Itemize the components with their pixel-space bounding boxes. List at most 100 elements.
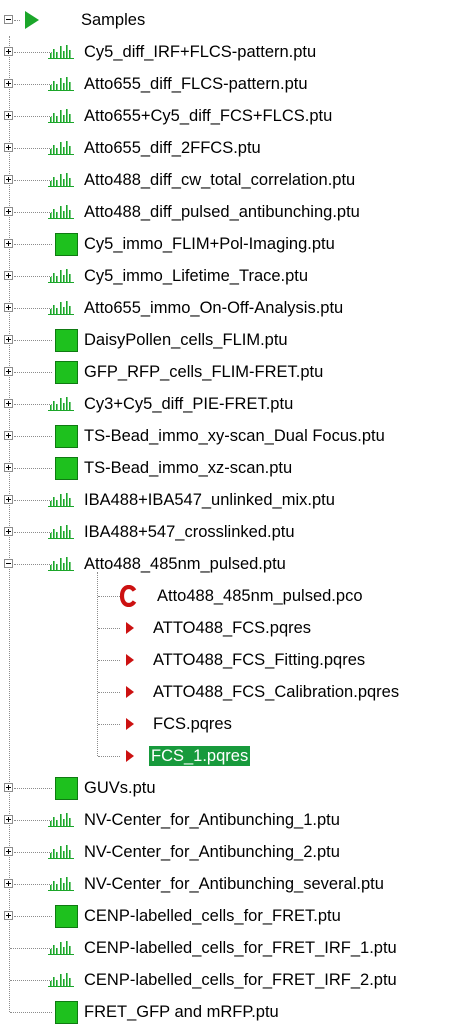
tree-branch-line	[14, 884, 52, 886]
tree-node-label: CENP-labelled_cells_for_FRET_IRF_2.ptu	[84, 971, 397, 989]
histogram-icon	[48, 875, 74, 891]
expand-toggle[interactable]	[4, 783, 13, 792]
tree-branch-line	[14, 308, 52, 310]
tree-node[interactable]: NV-Center_for_Antibunching_several.ptu	[0, 868, 461, 900]
tree-child-node[interactable]: ATTO488_FCS_Calibration.pqres	[0, 676, 461, 708]
tree-node[interactable]: Cy3+Cy5_diff_PIE-FRET.ptu	[0, 388, 461, 420]
tree-node[interactable]: TS-Bead_immo_xz-scan.ptu	[0, 452, 461, 484]
collapse-toggle[interactable]	[4, 15, 13, 24]
expand-toggle[interactable]	[4, 367, 13, 376]
tree-node[interactable]: NV-Center_for_Antibunching_1.ptu	[0, 804, 461, 836]
expand-toggle[interactable]	[4, 463, 13, 472]
tree-root-node[interactable]: Samples	[0, 4, 461, 36]
histogram-icon	[48, 843, 74, 859]
red-c-icon	[120, 585, 138, 607]
histogram-icon	[48, 267, 74, 283]
red-arrow-icon	[125, 749, 135, 763]
tree-node[interactable]: GFP_RFP_cells_FLIM-FRET.ptu	[0, 356, 461, 388]
selected-node-label: FCS_1.pqres	[149, 746, 251, 766]
expand-toggle[interactable]	[4, 879, 13, 888]
expand-toggle[interactable]	[4, 143, 13, 152]
tree-child-node[interactable]: FCS.pqres	[0, 708, 461, 740]
tree-branch-line	[14, 372, 52, 374]
histogram-icon	[48, 523, 74, 539]
expand-toggle[interactable]	[4, 111, 13, 120]
histogram-icon	[48, 43, 74, 59]
tree-branch-line	[14, 52, 52, 54]
histogram-icon	[48, 971, 74, 987]
tree-node[interactable]: Cy5_diff_IRF+FLCS-pattern.ptu	[0, 36, 461, 68]
red-arrow-icon	[125, 685, 135, 699]
histogram-icon	[48, 171, 74, 187]
tree-branch-line	[10, 1012, 52, 1014]
tree-node[interactable]: Cy5_immo_FLIM+Pol-Imaging.ptu	[0, 228, 461, 260]
tree-node-label: GFP_RFP_cells_FLIM-FRET.ptu	[84, 363, 324, 381]
tree-node-label: Atto488_diff_cw_total_correlation.ptu	[84, 171, 356, 189]
tree-node-label: Atto488_485nm_pulsed.pco	[157, 587, 363, 605]
tree-node-label: IBA488+547_crosslinked.ptu	[84, 523, 295, 541]
expand-toggle[interactable]	[4, 175, 13, 184]
green-square-icon	[55, 425, 78, 448]
tree-node[interactable]: NV-Center_for_Antibunching_2.ptu	[0, 836, 461, 868]
tree-child-node[interactable]: ATTO488_FCS.pqres	[0, 612, 461, 644]
histogram-icon	[48, 75, 74, 91]
tree-node[interactable]: DaisyPollen_cells_FLIM.ptu	[0, 324, 461, 356]
tree-node[interactable]: Atto655_diff_FLCS-pattern.ptu	[0, 68, 461, 100]
tree-node[interactable]: Atto488_diff_pulsed_antibunching.ptu	[0, 196, 461, 228]
expand-toggle[interactable]	[4, 239, 13, 248]
histogram-icon	[48, 555, 74, 571]
tree-node[interactable]: Atto655+Cy5_diff_FCS+FLCS.ptu	[0, 100, 461, 132]
tree-node[interactable]: CENP-labelled_cells_for_FRET_IRF_2.ptu	[0, 964, 461, 996]
histogram-icon	[48, 299, 74, 315]
collapse-toggle[interactable]	[4, 559, 13, 568]
expand-toggle[interactable]	[4, 271, 13, 280]
expand-toggle[interactable]	[4, 431, 13, 440]
tree-node-label: ATTO488_FCS_Calibration.pqres	[153, 683, 400, 701]
expand-toggle[interactable]	[4, 847, 13, 856]
tree-node[interactable]: CENP-labelled_cells_for_FRET.ptu	[0, 900, 461, 932]
tree-child-node[interactable]: FCS_1.pqres	[0, 740, 461, 772]
expand-toggle[interactable]	[4, 303, 13, 312]
tree-node[interactable]: Cy5_immo_Lifetime_Trace.ptu	[0, 260, 461, 292]
tree-node[interactable]: IBA488+IBA547_unlinked_mix.ptu	[0, 484, 461, 516]
expand-toggle[interactable]	[4, 47, 13, 56]
expand-toggle[interactable]	[4, 495, 13, 504]
tree-node-label: ATTO488_FCS_Fitting.pqres	[153, 651, 366, 669]
tree-branch-line	[14, 820, 52, 822]
tree-node-label: Samples	[81, 11, 146, 29]
tree-branch-line	[14, 404, 52, 406]
tree-node-label: CENP-labelled_cells_for_FRET_IRF_1.ptu	[84, 939, 397, 957]
tree-branch-line	[14, 500, 52, 502]
green-square-icon	[55, 457, 78, 480]
tree-branch-line	[14, 212, 52, 214]
tree-branch-line	[14, 788, 52, 790]
tree-branch-line	[14, 852, 52, 854]
tree-node[interactable]: FRET_GFP and mRFP.ptu	[0, 996, 461, 1028]
tree-node[interactable]: GUVs.ptu	[0, 772, 461, 804]
tree-node-label: Atto655_diff_2FFCS.ptu	[84, 139, 261, 157]
tree-node[interactable]: CENP-labelled_cells_for_FRET_IRF_1.ptu	[0, 932, 461, 964]
tree-node[interactable]: Atto488_diff_cw_total_correlation.ptu	[0, 164, 461, 196]
histogram-icon	[48, 139, 74, 155]
tree-child-node[interactable]: Atto488_485nm_pulsed.pco	[0, 580, 461, 612]
expand-toggle[interactable]	[4, 207, 13, 216]
tree-node[interactable]: Atto655_immo_On-Off-Analysis.ptu	[0, 292, 461, 324]
tree-node[interactable]: Atto488_485nm_pulsed.ptu	[0, 548, 461, 580]
tree-node[interactable]: Atto655_diff_2FFCS.ptu	[0, 132, 461, 164]
tree-child-node[interactable]: ATTO488_FCS_Fitting.pqres	[0, 644, 461, 676]
expand-toggle[interactable]	[4, 911, 13, 920]
tree-node[interactable]: IBA488+547_crosslinked.ptu	[0, 516, 461, 548]
expand-toggle[interactable]	[4, 399, 13, 408]
tree-node-label: Atto488_485nm_pulsed.ptu	[84, 555, 286, 573]
tree-node[interactable]: TS-Bead_immo_xy-scan_Dual Focus.ptu	[0, 420, 461, 452]
tree-branch-line	[14, 116, 52, 118]
histogram-icon	[48, 395, 74, 411]
expand-toggle[interactable]	[4, 527, 13, 536]
expand-toggle[interactable]	[4, 335, 13, 344]
expand-toggle[interactable]	[4, 815, 13, 824]
tree-node-label: Cy5_immo_Lifetime_Trace.ptu	[84, 267, 309, 285]
red-arrow-icon	[125, 717, 135, 731]
green-square-icon	[55, 361, 78, 384]
expand-toggle[interactable]	[4, 79, 13, 88]
green-square-icon	[55, 233, 78, 256]
